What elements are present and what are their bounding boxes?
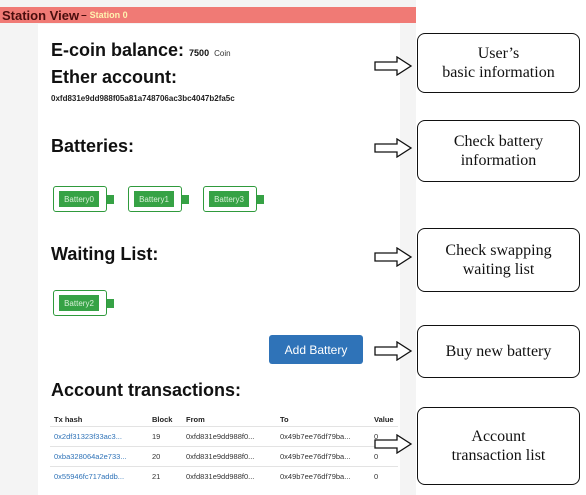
battery-label: Battery2 (59, 295, 99, 311)
callout-line: Check battery (453, 132, 544, 150)
tx-block: 19 (148, 426, 182, 447)
column-header: To (280, 414, 289, 424)
callout-line: transaction list (451, 447, 546, 464)
callout-line: Check swapping (445, 241, 552, 259)
tx-value: 0 (370, 466, 398, 486)
table-row: 0x55946fc717addb... 21 0xfd831e9dd988f0.… (50, 466, 398, 486)
ecoin-unit: Coin (214, 49, 231, 58)
battery-label: Battery1 (134, 191, 174, 207)
station-name: Station 0 (89, 10, 128, 20)
tx-hash-link[interactable]: 0xba328064a2e733... (50, 446, 148, 467)
callout-line: basic information (442, 64, 555, 81)
tx-block: 21 (148, 466, 182, 486)
station-app: Station View – Station 0 E-coin balance:… (0, 0, 416, 495)
column-header: From (186, 414, 205, 424)
callout-line: User’s (477, 44, 520, 62)
transactions-heading: Account transactions: (51, 380, 242, 400)
title-bar: Station View – Station 0 (0, 7, 416, 23)
tx-hash-link[interactable]: 0x55946fc717addb... (50, 466, 148, 486)
tx-to: 0x49b7ee76df79ba... (276, 446, 370, 467)
column-header: Value (374, 414, 394, 424)
ether-address: 0xfd831e9dd988f05a81a748706ac3bc4047b2fa… (51, 94, 235, 103)
callout-battery-info: Check battery information (417, 120, 580, 182)
callout-buy-battery: Buy new battery (417, 325, 580, 378)
transactions-table: Tx hash Block From To Value 0x2df31323f3… (50, 412, 398, 486)
tx-hash-link[interactable]: 0x2df31323f33ac3... (50, 426, 148, 447)
waiting-heading: Waiting List: (51, 244, 159, 264)
ether-label: Ether account: (51, 67, 178, 87)
callout-transactions: Account transaction list (417, 407, 580, 485)
table-row: 0xba328064a2e733... 20 0xfd831e9dd988f0.… (50, 446, 398, 467)
tx-block: 20 (148, 446, 182, 467)
right-arrow-icon (374, 56, 413, 76)
battery-label: Battery3 (209, 191, 249, 207)
ecoin-value: 7500 (189, 48, 210, 58)
callout-line: waiting list (462, 261, 535, 278)
column-header: Tx hash (54, 414, 83, 424)
callout-basic-info: User’s basic information (417, 33, 580, 93)
right-arrow-icon (374, 341, 413, 361)
battery-terminal (182, 195, 189, 204)
title-separator: – (81, 9, 87, 21)
table-header-row: Tx hash Block From To Value (50, 412, 398, 427)
battery-item[interactable]: Battery3 (203, 186, 264, 212)
add-battery-button[interactable]: Add Battery (269, 335, 363, 364)
battery-terminal (257, 195, 264, 204)
table-row: 0x2df31323f33ac3... 19 0xfd831e9dd988f0.… (50, 426, 398, 447)
callout-line: Buy new battery (445, 342, 552, 360)
tx-from: 0xfd831e9dd988f0... (182, 426, 276, 447)
tx-to: 0x49b7ee76df79ba... (276, 426, 370, 447)
battery-item[interactable]: Battery1 (128, 186, 189, 212)
callout-line: information (460, 152, 537, 169)
app-title: Station View (2, 7, 80, 23)
battery-terminal (107, 195, 114, 204)
waiting-battery-item[interactable]: Battery2 (53, 290, 114, 316)
callout-waiting-list: Check swapping waiting list (417, 228, 580, 292)
battery-terminal (107, 299, 114, 308)
tx-from: 0xfd831e9dd988f0... (182, 446, 276, 467)
callout-line: Account (471, 427, 526, 445)
right-arrow-icon (374, 247, 413, 267)
right-arrow-icon (374, 434, 413, 454)
ecoin-label: E-coin balance: (51, 40, 185, 60)
battery-label: Battery0 (59, 191, 99, 207)
ecoin-row: E-coin balance: 7500 Coin (51, 40, 231, 61)
column-header: Block (152, 414, 173, 424)
tx-to: 0x49b7ee76df79ba... (276, 466, 370, 486)
battery-item[interactable]: Battery0 (53, 186, 114, 212)
right-arrow-icon (374, 138, 413, 158)
batteries-heading: Batteries: (51, 136, 135, 156)
tx-from: 0xfd831e9dd988f0... (182, 466, 276, 486)
